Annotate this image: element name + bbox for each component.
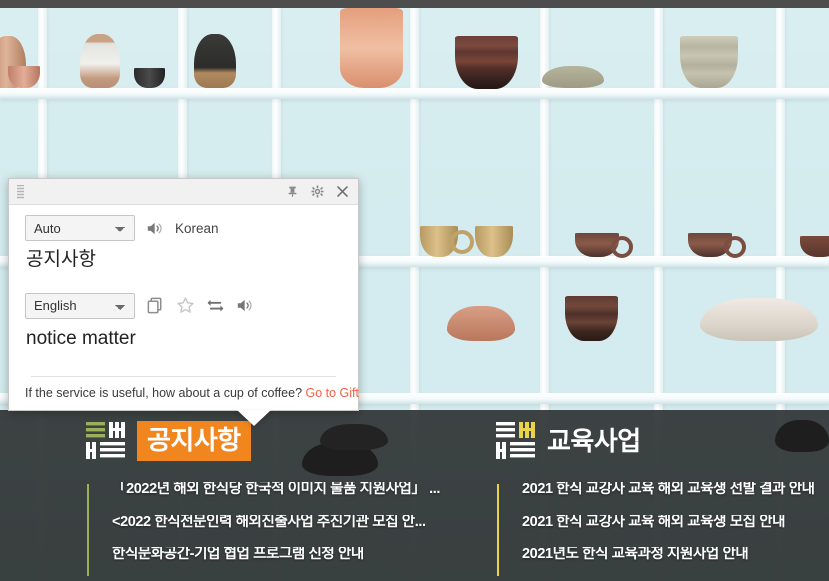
pottery-hanging-plate bbox=[340, 8, 403, 88]
section-notice: 공지사항 「2022년 해외 한식당 한국적 이미지 물품 지원사업」 ... … bbox=[60, 410, 460, 581]
target-language-select[interactable]: English bbox=[25, 292, 135, 319]
speaker-icon[interactable] bbox=[236, 298, 254, 313]
close-icon[interactable] bbox=[336, 185, 349, 198]
education-list: 2021 한식 교강사 교육 해외 교육생 선발 결과 안내 2021 한식 교… bbox=[497, 482, 829, 580]
translation-popup: Auto Korean 공지사항 English notice matter I… bbox=[8, 178, 360, 426]
pottery-dish bbox=[447, 306, 515, 341]
copy-icon[interactable] bbox=[146, 296, 165, 315]
speaker-icon[interactable] bbox=[146, 221, 164, 236]
popup-pointer-arrow bbox=[237, 409, 271, 426]
pottery-jar bbox=[80, 34, 120, 88]
footer-message: If the service is useful, how about a cu… bbox=[25, 385, 303, 400]
section-title: 공지사항 bbox=[137, 420, 251, 461]
shelf-board bbox=[0, 88, 829, 99]
translated-text: notice matter bbox=[26, 327, 136, 349]
pottery-bowl-stack bbox=[565, 296, 618, 341]
korean-pattern-logo-icon bbox=[496, 422, 535, 459]
korean-pattern-logo-icon bbox=[86, 422, 125, 459]
pin-icon[interactable] bbox=[286, 185, 299, 198]
dark-content-band: 공지사항 「2022년 해외 한식당 한국적 이미지 물품 지원사업」 ... … bbox=[0, 410, 829, 581]
notice-list: 「2022년 해외 한식당 한국적 이미지 물품 지원사업」 ... <2022… bbox=[87, 482, 482, 580]
popup-header-actions bbox=[286, 185, 349, 198]
source-text: 공지사항 bbox=[26, 249, 96, 270]
section-heading-education: 교육사업 bbox=[495, 420, 641, 461]
pottery-bowl-stack bbox=[680, 36, 738, 88]
section-title: 교육사업 bbox=[547, 425, 641, 456]
cup-handle bbox=[450, 230, 474, 254]
source-language-row: Auto Korean bbox=[25, 215, 344, 241]
pottery-lidded-vessel bbox=[542, 66, 604, 88]
list-item[interactable]: 「2022년 해외 한식당 한국적 이미지 물품 지원사업」 ... bbox=[112, 482, 457, 497]
cup-handle bbox=[611, 236, 633, 258]
star-icon[interactable] bbox=[176, 296, 195, 315]
list-item[interactable]: <2022 한식전문인력 해외진출사업 추진기관 모집 안... bbox=[112, 515, 457, 530]
section-heading-notice: 공지사항 bbox=[85, 420, 251, 461]
section-education: 교육사업 2021 한식 교강사 교육 해외 교육생 선발 결과 안내 2021… bbox=[470, 410, 829, 581]
screenshot-root: 공지사항 「2022년 해외 한식당 한국적 이미지 물품 지원사업」 ... … bbox=[0, 0, 829, 581]
swap-languages-icon[interactable] bbox=[206, 297, 225, 314]
pottery-oval-plate bbox=[700, 298, 818, 341]
popup-footer: If the service is useful, how about a cu… bbox=[9, 377, 360, 410]
popup-body: Auto Korean 공지사항 English notice matter bbox=[9, 205, 358, 377]
cup-handle bbox=[724, 236, 746, 258]
top-chrome-bar bbox=[0, 0, 829, 8]
drag-handle-icon[interactable] bbox=[17, 184, 24, 199]
source-language-select[interactable]: Auto bbox=[25, 215, 135, 241]
popup-title-bar[interactable] bbox=[9, 179, 358, 205]
go-to-gift-link[interactable]: Go to Gift bbox=[306, 386, 360, 400]
list-item[interactable]: 2021년도 한식 교육과정 지원사업 안내 bbox=[522, 547, 829, 562]
gear-icon[interactable] bbox=[311, 185, 324, 198]
pottery-black-bottle bbox=[194, 34, 236, 88]
list-accent-bar bbox=[497, 484, 499, 576]
list-accent-bar bbox=[87, 484, 89, 576]
list-item[interactable]: 2021 한식 교강사 교육 해외 교육생 선발 결과 안내 bbox=[522, 482, 829, 497]
pottery-bowl-stack bbox=[455, 36, 518, 89]
list-item[interactable]: 한식문화공간-기업 협업 프로그램 신청 안내 bbox=[112, 547, 457, 562]
target-language-row: English bbox=[25, 292, 344, 319]
detected-language-label: Korean bbox=[175, 220, 219, 236]
list-item[interactable]: 2021 한식 교강사 교육 해외 교육생 모집 안내 bbox=[522, 515, 829, 530]
